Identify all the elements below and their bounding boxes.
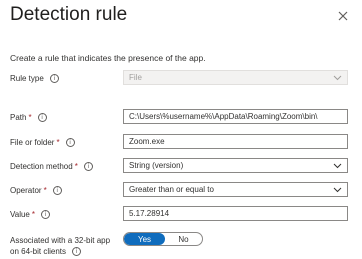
operator-select[interactable]: Greater than or equal to <box>123 182 348 197</box>
operator-value: Greater than or equal to <box>129 185 214 194</box>
info-icon[interactable]: i <box>41 210 50 219</box>
chevron-down-icon <box>333 163 342 169</box>
bit32-label: Associated with a 32-bit app on 64-bit c… <box>10 235 122 257</box>
path-value: C:\Users\%username%\AppData\Roaming\Zoom… <box>129 112 318 121</box>
chevron-down-icon <box>333 75 342 81</box>
required-marker: * <box>74 162 78 171</box>
detection-label-row: Detection method * i <box>10 162 93 171</box>
info-icon[interactable]: i <box>72 247 82 256</box>
file-label-row: File or folder * i <box>10 138 75 147</box>
detection-method-select[interactable]: String (version) <box>123 158 348 173</box>
required-marker: * <box>31 210 35 219</box>
value-label: Value <box>10 210 30 219</box>
close-icon[interactable] <box>336 9 350 23</box>
required-marker: * <box>28 113 32 122</box>
bit32-label-line2: on 64-bit clients <box>10 247 67 256</box>
bit32-label-line1: Associated with a 32-bit app <box>10 236 111 245</box>
info-icon[interactable]: i <box>83 162 93 171</box>
toggle-yes-option[interactable]: Yes <box>124 233 165 245</box>
path-input[interactable]: C:\Users\%username%\AppData\Roaming\Zoom… <box>123 109 348 124</box>
rule-type-select: File <box>123 70 348 85</box>
detection-method-label: Detection method <box>10 162 73 171</box>
path-label: Path <box>10 113 27 122</box>
required-marker: * <box>43 186 47 195</box>
info-icon[interactable]: i <box>37 113 47 122</box>
dialog-title: Detection rule <box>10 4 128 25</box>
required-marker: * <box>56 138 60 147</box>
bit32-toggle[interactable]: Yes No <box>123 232 203 246</box>
toggle-no-option[interactable]: No <box>165 233 202 245</box>
info-icon[interactable]: i <box>65 138 75 147</box>
info-icon[interactable]: i <box>49 74 59 83</box>
dialog-subtitle: Create a rule that indicates the presenc… <box>10 53 206 63</box>
chevron-down-icon <box>333 187 342 193</box>
file-or-folder-input[interactable]: Zoom.exe <box>123 134 348 149</box>
info-icon[interactable]: i <box>52 186 62 195</box>
rule-type-label-row: Rule type i <box>10 74 59 83</box>
operator-label-row: Operator * i <box>10 186 62 195</box>
file-or-folder-label: File or folder <box>10 138 55 147</box>
rule-type-value: File <box>129 73 142 82</box>
path-label-row: Path * i <box>10 113 47 122</box>
file-or-folder-value: Zoom.exe <box>129 137 165 146</box>
rule-type-label: Rule type <box>10 74 44 83</box>
operator-label: Operator <box>10 186 42 195</box>
value-label-row: Value * i <box>10 210 50 219</box>
value-value: 5.17.28914 <box>129 209 170 218</box>
value-input[interactable]: 5.17.28914 <box>123 206 348 221</box>
detection-method-value: String (version) <box>129 161 184 170</box>
